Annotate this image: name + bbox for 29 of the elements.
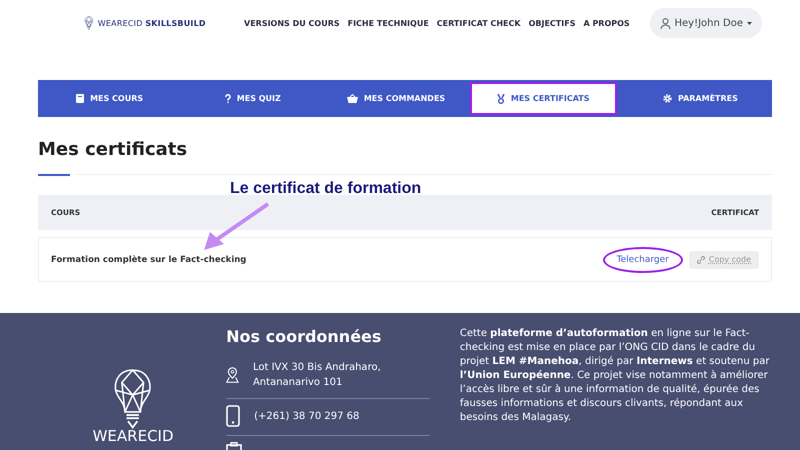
annotation-arrow	[202, 202, 270, 252]
tab[interactable]: MES CERTIFICATS	[470, 82, 617, 115]
user-menu-button[interactable]: Hey!John Doe	[650, 8, 762, 38]
book-icon	[76, 94, 84, 103]
nav-link[interactable]: VERSIONS DU COURS	[244, 18, 340, 28]
gear-icon	[662, 94, 672, 103]
caret-icon	[747, 22, 752, 24]
basket-icon	[346, 94, 358, 103]
question-icon	[224, 94, 231, 103]
contact-title: Nos coordonnées	[226, 327, 382, 346]
phone-icon	[226, 405, 240, 427]
link-icon	[696, 256, 705, 264]
download-link[interactable]: Telecharger	[602, 246, 683, 272]
logo-text: WEARECID SKILLSBUILD	[98, 18, 206, 28]
about-paragraph: Cette plateforme d’autoformation en ligne sur le Fact-checking est mise en place par l’ONG CID dans le cadre du projet LEM #Manehoa, dirigé par Internews et soutenu par l’Union Européenne. Ce projet vise notamment à améliorer l’accès libre et sûr à une information de qualité, épurée des fausses informations et discours clivants, répondant aux besoins des Malagasy.	[460, 327, 770, 425]
user-icon	[660, 18, 670, 28]
lightbulb-logo-icon	[84, 16, 94, 30]
medal-icon	[496, 94, 505, 104]
annotation-label: Le certificat de formation	[230, 180, 422, 198]
nav-link[interactable]: A PROPOS	[583, 18, 630, 28]
nav-link[interactable]: OBJECTIFS	[528, 18, 576, 28]
page-title: Mes certificats	[38, 139, 188, 160]
nav-link[interactable]: CERTIFICAT CHECK	[436, 18, 521, 28]
contact-text: (+261) 38 70 297 68	[254, 410, 360, 424]
course-name: Formation complète sur le Fact-checking	[51, 254, 246, 264]
footer-logo-text: WEARECID	[92, 429, 174, 444]
nav-link[interactable]: FICHE TECHNIQUE	[348, 18, 429, 28]
contact-text: Lot IVX 30 Bis Andraharo, Antananarivo 101	[252, 361, 382, 390]
map-pin-icon	[226, 365, 239, 385]
